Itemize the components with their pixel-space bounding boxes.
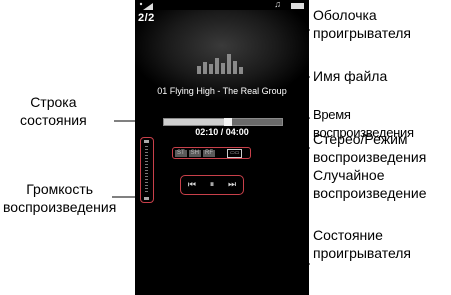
volume-up-icon[interactable] [144,140,149,143]
signal-icon [139,2,153,10]
callout-volume-line2: воспроизведения [3,199,117,215]
callout-player-state-line2: проигрывателя [313,245,412,261]
callout-player-state: Состояние проигрывателя [313,226,411,262]
phone-status-bar: ♫ [139,0,305,11]
callout-stereo-line4: воспроизведение [313,185,427,201]
next-track-button[interactable]: ⏭ [228,180,236,190]
stereo-badge: ST [175,149,187,157]
callout-stereo-line2: воспроизведения [313,149,427,165]
battery-icon [291,3,304,9]
volume-down-icon[interactable] [144,197,149,200]
progress-fill [164,119,228,125]
callout-filename: Имя файла [313,68,388,84]
repeat-badge: RF [203,149,216,157]
callout-stereo-line3: Случайное [313,167,385,183]
callout-status-bar-line2: состояния [20,112,87,128]
callout-volume-line1: Громкость [26,181,94,197]
previous-track-button[interactable]: ⏮ [188,180,196,190]
callout-player-shell-line2: проигрывателя [313,25,412,41]
repeat-mode-icon: ▭▭ [227,149,243,158]
callout-volume: Громкость воспроизведения [3,180,116,216]
callout-player-state-line1: Состояние [313,227,383,243]
player-screen: ♫ 2/2 01 Flying High - The Real Group 02… [135,0,309,295]
progress-bar[interactable] [163,118,283,126]
equalizer-art-icon [197,54,243,74]
callout-status-bar: Строка состояния [20,93,87,129]
pause-button[interactable]: ⏸ [210,180,215,190]
music-note-icon: ♫ [274,0,281,9]
callout-stereo-mode: Стерео/Режим воспроизведения Случайное в… [313,130,427,202]
playback-time: 02:10 / 04:00 [195,127,249,137]
progress-knob[interactable] [223,118,232,126]
callout-status-bar-line1: Строка [30,94,77,110]
track-counter: 2/2 [138,12,155,24]
volume-slider[interactable] [140,137,154,203]
filename: 01 Flying High - The Real Group [157,86,287,96]
volume-track[interactable] [145,146,148,194]
callout-player-shell: Оболочка проигрывателя [313,6,411,42]
callout-player-shell-line1: Оболочка [313,7,377,23]
player-controls: ⏮ ⏸ ⏭ [180,175,244,195]
callout-stereo-line1: Стерео/Режим [313,131,408,147]
shuffle-badge: SH [188,149,202,157]
